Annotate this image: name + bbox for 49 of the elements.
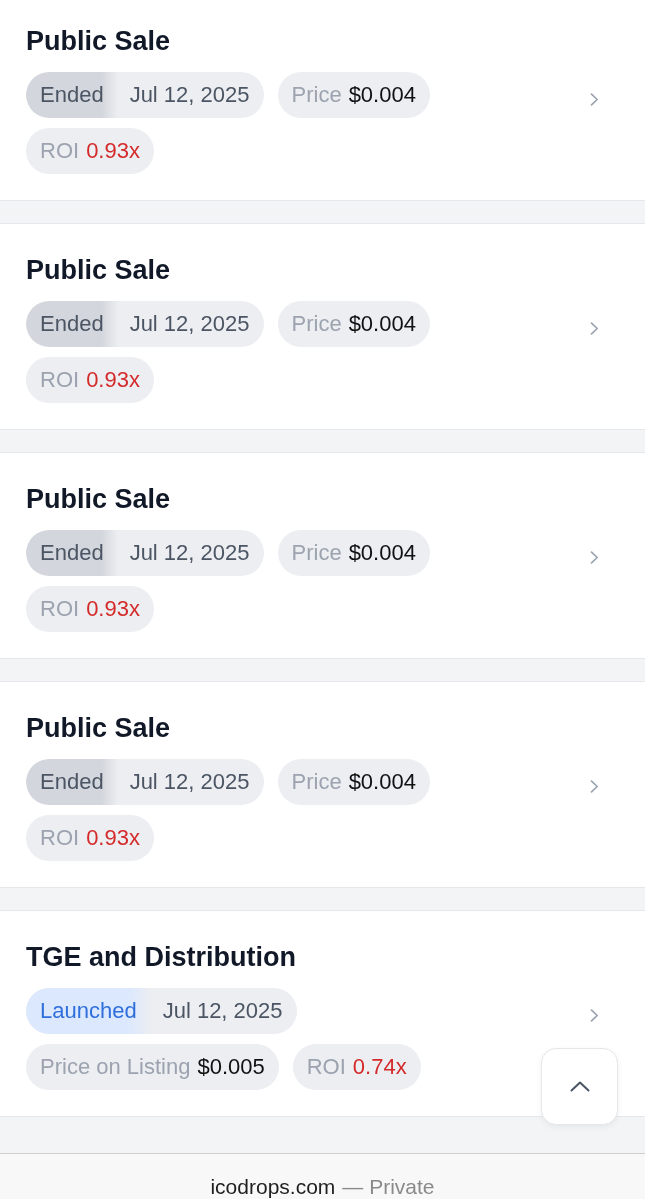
metric-value: $0.004 xyxy=(348,311,416,337)
sale-date: Jul 12, 2025 xyxy=(128,311,251,337)
metric-value: $0.004 xyxy=(348,540,416,566)
metric-label: ROI xyxy=(40,138,80,164)
status-badge: Ended xyxy=(26,301,118,347)
metric-label: ROI xyxy=(40,825,80,851)
metric-label: Price xyxy=(291,311,342,337)
chevron-up-icon xyxy=(569,1081,590,1092)
metric-value: $0.005 xyxy=(197,1054,265,1080)
metric-value: $0.004 xyxy=(348,769,416,795)
sale-card[interactable]: Public Sale Ended Jul 12, 2025 Price $0.004 ROI 0.93x xyxy=(0,0,645,201)
sale-card[interactable]: Public Sale Ended Jul 12, 2025 Price $0.004 ROI 0.93x xyxy=(0,681,645,888)
sale-card[interactable]: Public Sale Ended Jul 12, 2025 Price $0.004 ROI 0.93x xyxy=(0,452,645,659)
sale-date: Jul 12, 2025 xyxy=(128,540,251,566)
metric-value: 0.93x xyxy=(86,596,140,622)
sale-title: Public Sale xyxy=(26,483,172,515)
browsing-mode-label: — Private xyxy=(342,1174,435,1199)
sale-card[interactable]: Public Sale Ended Jul 12, 2025 Price $0.004 ROI 0.93x xyxy=(0,223,645,430)
metric-value: 0.74x xyxy=(352,1054,407,1080)
status-badge: Ended xyxy=(26,759,118,805)
chevron-right-icon xyxy=(590,93,599,106)
metric-label: ROI xyxy=(40,596,80,622)
sale-title: TGE and Distribution xyxy=(26,941,297,973)
site-domain: icodrops.com xyxy=(210,1174,336,1199)
metric-value: $0.004 xyxy=(348,82,416,108)
metric-value: 0.93x xyxy=(86,825,140,851)
status-badge: Ended xyxy=(26,530,118,576)
scroll-to-top-button[interactable] xyxy=(541,1048,618,1125)
metric-label: ROI xyxy=(40,367,80,393)
metric-value: 0.93x xyxy=(86,367,140,393)
metric-label: Price xyxy=(291,82,342,108)
chevron-right-icon xyxy=(590,322,599,335)
sale-date: Jul 12, 2025 xyxy=(128,82,251,108)
metric-value: 0.93x xyxy=(86,138,140,164)
chevron-right-icon xyxy=(590,780,599,793)
status-badge: Ended xyxy=(26,72,118,118)
sale-date: Jul 12, 2025 xyxy=(161,998,284,1024)
metric-label: ROI xyxy=(306,1054,346,1080)
metric-label: Price xyxy=(291,769,342,795)
sale-date: Jul 12, 2025 xyxy=(128,769,251,795)
metric-label: Price on Listing xyxy=(40,1054,191,1080)
sale-card[interactable]: TGE and Distribution Launched Jul 12, 2025 Price on Listing $0.005 ROI 0.74x xyxy=(0,910,645,1117)
chevron-right-icon xyxy=(590,1009,599,1022)
chevron-right-icon xyxy=(590,551,599,564)
sale-title: Public Sale xyxy=(26,712,172,744)
sale-title: Public Sale xyxy=(26,254,172,286)
sale-title: Public Sale xyxy=(26,25,172,57)
metric-label: Price xyxy=(291,540,342,566)
browser-address-bar[interactable]: icodrops.com — Private xyxy=(0,1153,645,1199)
